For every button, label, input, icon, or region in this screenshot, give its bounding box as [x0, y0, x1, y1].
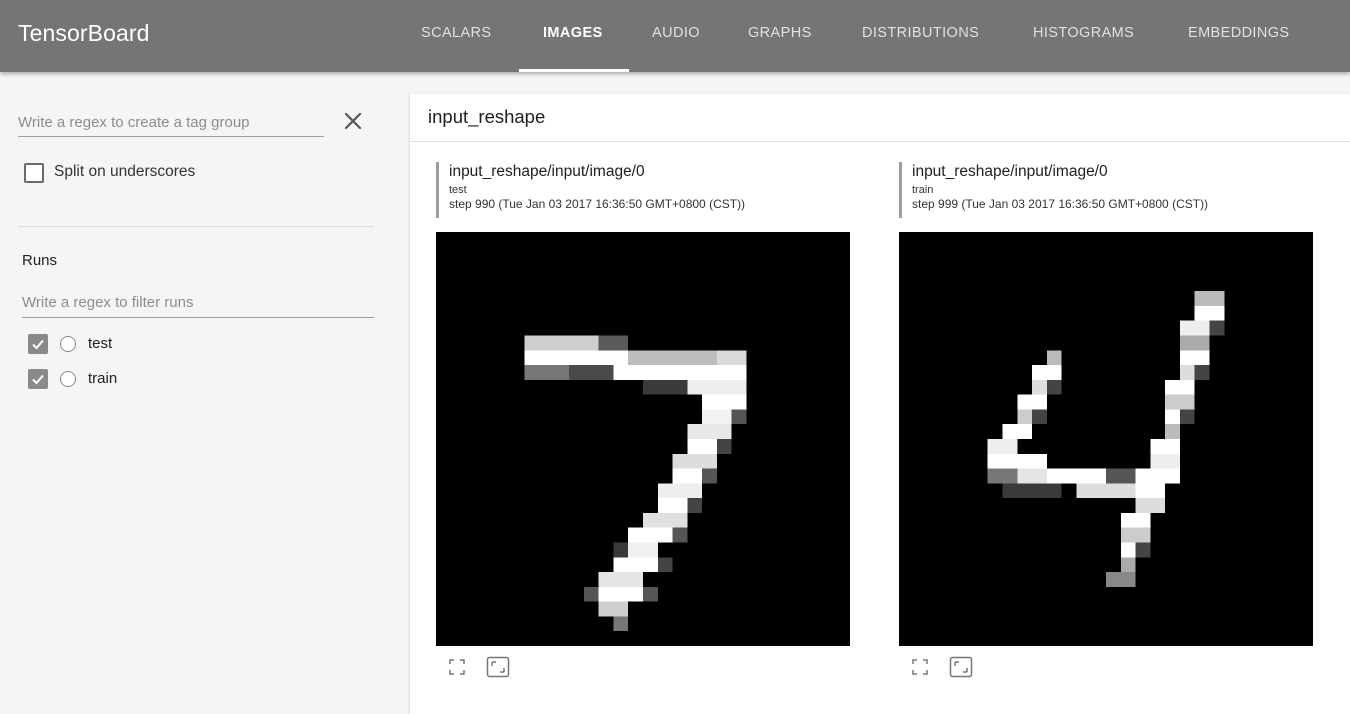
close-icon[interactable] — [342, 110, 364, 132]
run-checkbox-train[interactable] — [28, 369, 48, 389]
fullscreen-icon[interactable] — [448, 658, 466, 676]
top-app-bar: TensorBoard SCALARS IMAGES AUDIO GRAPHS … — [0, 0, 1350, 72]
active-tab-indicator — [519, 69, 629, 72]
image-step: step 990 (Tue Jan 03 2017 16:36:50 GMT+0… — [449, 197, 746, 211]
image-run: test — [449, 184, 467, 196]
image-card-train: input_reshape/input/image/0 train step 9… — [899, 162, 1317, 692]
tab-audio[interactable]: AUDIO — [652, 0, 700, 72]
run-label-train: train — [88, 370, 118, 387]
sidebar-divider — [18, 226, 374, 227]
main-content: input_reshape input_reshape/input/image/… — [396, 72, 1350, 714]
checkmark-icon — [32, 374, 44, 385]
tab-images[interactable]: IMAGES — [543, 0, 603, 72]
tab-embeddings[interactable]: EMBEDDINGS — [1188, 0, 1290, 72]
runs-filter-input[interactable] — [22, 288, 374, 318]
tab-scalars[interactable]: SCALARS — [421, 0, 492, 72]
split-underscores-label: Split on underscores — [54, 163, 196, 180]
split-underscores-checkbox[interactable] — [24, 163, 44, 183]
mnist-digit-7-image — [436, 232, 850, 646]
image-card-header: input_reshape/input/image/0 test step 99… — [436, 162, 854, 218]
run-radio-test[interactable] — [60, 336, 76, 352]
runs-title: Runs — [22, 252, 58, 269]
tab-distributions[interactable]: DISTRIBUTIONS — [862, 0, 979, 72]
image-step: step 999 (Tue Jan 03 2017 16:36:50 GMT+0… — [912, 197, 1209, 211]
tag-group-card: input_reshape input_reshape/input/image/… — [410, 94, 1350, 714]
image-run: train — [912, 184, 934, 196]
image-tag: input_reshape/input/image/0 — [912, 163, 1108, 180]
checkmark-icon — [32, 339, 44, 350]
app-title: TensorBoard — [18, 20, 150, 46]
tag-group-title: input_reshape — [428, 106, 546, 127]
run-checkbox-test[interactable] — [28, 334, 48, 354]
actual-size-icon[interactable] — [486, 656, 510, 678]
image-card-header: input_reshape/input/image/0 train step 9… — [899, 162, 1317, 218]
run-label-test: test — [88, 335, 113, 352]
mnist-digit-4-image — [899, 232, 1313, 646]
tab-histograms[interactable]: HISTOGRAMS — [1033, 0, 1134, 72]
run-radio-train[interactable] — [60, 371, 76, 387]
tag-group-header[interactable]: input_reshape — [410, 94, 1350, 142]
actual-size-icon[interactable] — [949, 656, 973, 678]
tag-group-regex-input[interactable] — [18, 109, 324, 137]
tab-graphs[interactable]: GRAPHS — [748, 0, 812, 72]
fullscreen-icon[interactable] — [911, 658, 929, 676]
image-tag: input_reshape/input/image/0 — [449, 163, 645, 180]
sidebar: Split on underscores Runs test train — [0, 72, 396, 701]
image-card-test: input_reshape/input/image/0 test step 99… — [436, 162, 854, 692]
